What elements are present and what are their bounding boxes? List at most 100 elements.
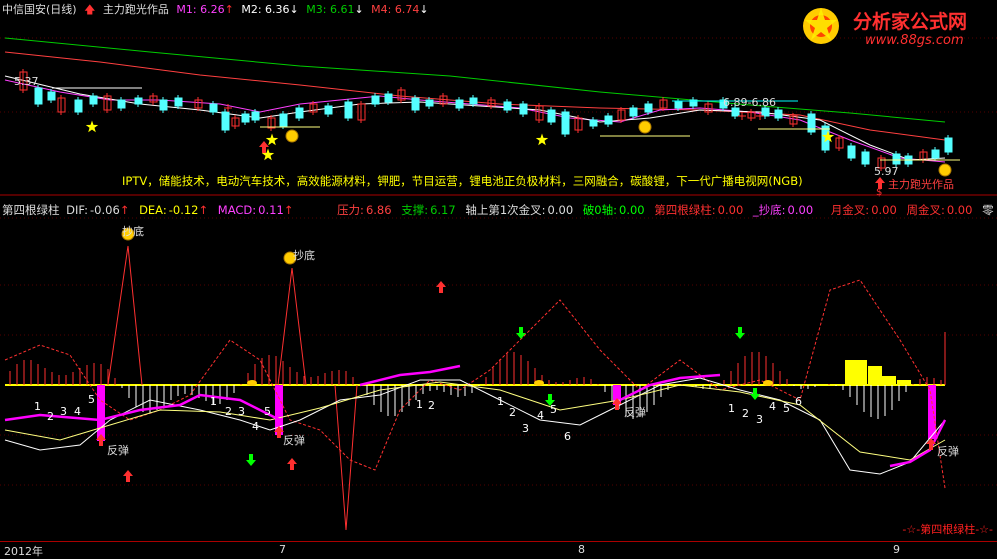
candle-body: [134, 97, 143, 105]
up-arrow-icon: [436, 281, 446, 293]
candle-body: [503, 101, 512, 111]
candle-body: [931, 149, 940, 159]
chaodi-value: 0.00: [787, 203, 814, 217]
wave-count-number: 6: [564, 430, 571, 443]
candle-body: [547, 109, 556, 123]
chaodi-spike-2: [277, 267, 307, 386]
down-arrow-icon: [516, 327, 526, 339]
star-flower-icon: [803, 8, 839, 44]
wave-count-number: 2: [225, 405, 232, 418]
candle-body: [604, 115, 613, 125]
stock-name: 中信国安(日线): [2, 3, 77, 16]
fantan-label-4: 反弹: [937, 445, 959, 458]
up-arrow-icon: ↑: [198, 203, 209, 217]
m2-value: 6.36: [265, 3, 290, 16]
yellow-volume-bar: [897, 380, 911, 385]
down-arrow-icon: ↓: [354, 3, 364, 16]
down-arrow-icon: [750, 388, 760, 400]
candle-body: [519, 103, 528, 115]
candle-body: [892, 153, 901, 165]
concept-tags: IPTV，储能技术，电动汽车技术，高效能源材料，钾肥，节目运营，锂电池正负极材料…: [122, 174, 803, 188]
candle-body: [384, 93, 393, 103]
axis-gold-label: 轴上第1次金叉:: [465, 203, 546, 217]
wave-count-number: 5: [550, 403, 557, 416]
range-price-label: 6.89-6.86: [723, 96, 776, 109]
wave-count-number: 2: [47, 410, 54, 423]
fantan-label-3: 反弹: [624, 406, 646, 419]
author-tag: 主力跑光作品: [888, 178, 954, 191]
macd-magenta-line-2: [359, 364, 461, 387]
wave-count-number: 2: [509, 406, 516, 419]
wave-count-number: 3: [60, 405, 67, 418]
star-icon: [85, 120, 99, 133]
break0-value: 0.00: [619, 203, 645, 217]
dif-label: DIF:: [66, 203, 88, 217]
candle-body: [861, 151, 870, 165]
fourth-green-bar: [928, 385, 936, 439]
wave-count-number: 4: [537, 409, 544, 422]
x-label-sep: 9: [893, 543, 900, 556]
candle-body: [89, 95, 98, 105]
fantan-label-1: 反弹: [107, 444, 129, 457]
candle-body: [221, 111, 230, 131]
support-label: 支撑:: [401, 203, 429, 217]
wave-count-number: 5: [88, 393, 95, 406]
m1-label: M1:: [176, 3, 197, 16]
candle-body: [251, 111, 260, 121]
ma-line-m1: [4, 79, 946, 163]
m2-label: M2:: [241, 3, 262, 16]
coin-icon: [763, 380, 773, 386]
chaodi-label-1: 抄底: [122, 225, 144, 238]
up-arrow-icon: ↑: [283, 203, 294, 217]
wave-count-number: 5: [783, 402, 790, 415]
fantan-label-2: 反弹: [283, 434, 305, 447]
chaodi-spike-1: [107, 245, 143, 386]
candlesticks: [19, 69, 953, 171]
chaodi-label-2: 抄底: [293, 249, 315, 262]
indicator-lines: [4, 245, 947, 531]
star-icon: [265, 133, 279, 146]
break0-label: 破0轴:: [582, 203, 618, 217]
site-logo: 分析家公式网 www.88gs.com: [793, 4, 993, 50]
down-arrow-icon: [735, 327, 745, 339]
candle-body: [371, 95, 380, 105]
up-arrow-icon: [287, 458, 297, 470]
candle-body: [241, 113, 250, 123]
candle-body: [847, 145, 856, 159]
logo-url: www.88gs.com: [865, 33, 964, 48]
up-arrow-icon: ↑: [119, 203, 130, 217]
top-header: 中信国安(日线) 🡅 主力跑光作品 M1: 6.26↑ M2: 6.36↓ M3…: [2, 1, 433, 20]
m4-label: M4:: [371, 3, 392, 16]
dea-line: [4, 381, 946, 461]
monthgold-label: 月金叉:: [830, 203, 870, 217]
monthgold-value: 0.00: [871, 203, 897, 217]
wave-count-number: 4: [252, 420, 259, 433]
candle-body: [47, 91, 56, 101]
dea-value: -0.12: [168, 203, 199, 217]
support-value: 6.17: [430, 203, 456, 217]
weekgold-label: 周金叉:: [906, 203, 945, 217]
pressure-value: 6.86: [365, 203, 392, 217]
candle-body: [674, 101, 683, 109]
pressure-label: 压力:: [337, 203, 364, 217]
wave-count-number: 1: [210, 395, 217, 408]
candle-body: [455, 99, 464, 109]
wave-count-number: 2: [428, 399, 435, 412]
candle-body: [295, 107, 304, 119]
star-icon: [535, 133, 549, 146]
signal-markers: [96, 227, 936, 482]
wave-count-number: 4: [74, 405, 81, 418]
wave-count-number: 3: [522, 422, 529, 435]
candle-body: [209, 103, 218, 113]
high-price-label: 5.37: [14, 75, 39, 88]
ma-line-m3: [4, 37, 946, 123]
dif-value: -0.06: [90, 203, 120, 217]
candle-body: [344, 101, 353, 119]
indicator-header: 第四根绿柱 DIF: -0.06↑ DEA: -0.12↑ MACD: 0.11↑ 压…: [2, 202, 997, 218]
chaodi-label: _抄底:: [752, 203, 786, 217]
candle-body: [34, 87, 43, 105]
dollar-sign: $: [876, 187, 883, 198]
candle-body: [589, 119, 598, 127]
candle-body: [74, 99, 83, 113]
up-arrow-icon: 🡅: [84, 3, 96, 16]
